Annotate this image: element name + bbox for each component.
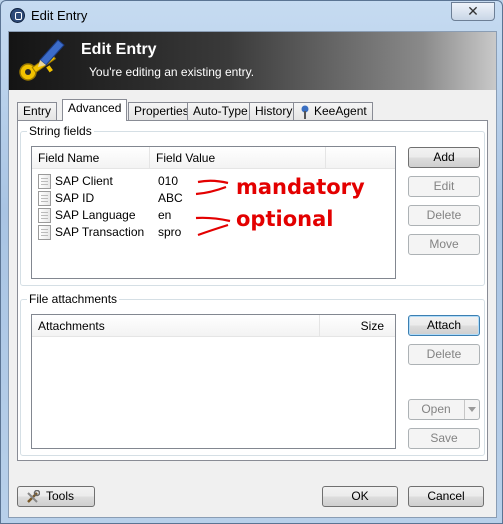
string-fields-label: String fields	[27, 124, 94, 138]
dialog-body: Edit Entry You're editing an existing en…	[8, 31, 497, 518]
chevron-down-icon	[468, 407, 476, 412]
tab-entry[interactable]: Entry	[17, 102, 58, 121]
string-fields-list[interactable]: Field Name Field Value SAP Client 010 SA…	[31, 146, 396, 279]
field-name: SAP Client	[55, 174, 113, 188]
move-button[interactable]: Move	[408, 234, 480, 255]
string-fields-header: Field Name Field Value	[32, 147, 395, 169]
annotation-mandatory: mandatory	[236, 175, 365, 199]
header-banner: Edit Entry You're editing an existing en…	[9, 32, 496, 90]
column-field-name[interactable]: Field Name	[32, 147, 150, 169]
annotation-strokes	[195, 179, 231, 237]
tab-keeagent-label: KeeAgent	[314, 104, 367, 118]
tools-label: Tools	[46, 489, 75, 503]
close-button[interactable]: ✕	[451, 2, 495, 21]
field-icon	[38, 208, 51, 223]
file-attachments-label: File attachments	[27, 292, 120, 306]
attach-button[interactable]: Attach	[408, 315, 480, 336]
attachments-header: Attachments Size	[32, 315, 395, 337]
add-button[interactable]: Add	[408, 147, 480, 168]
open-dropdown[interactable]	[464, 400, 479, 419]
open-label: Open	[421, 402, 451, 416]
column-field-value[interactable]: Field Value	[150, 147, 326, 169]
delete-field-button[interactable]: Delete	[408, 205, 480, 226]
edit-entry-window: Edit Entry ✕ Edit Entry You're editing a…	[0, 0, 503, 524]
field-name: SAP ID	[55, 191, 95, 205]
edit-button[interactable]: Edit	[408, 176, 480, 197]
window-title: Edit Entry	[31, 8, 88, 23]
banner-title: Edit Entry	[81, 41, 157, 58]
tools-button[interactable]: Tools	[17, 486, 95, 507]
field-icon	[38, 174, 51, 189]
key-pen-icon	[19, 39, 65, 81]
open-button[interactable]: Open	[408, 399, 480, 420]
keeagent-icon	[301, 105, 309, 119]
column-size[interactable]: Size	[320, 315, 390, 337]
string-fields-group: String fields Field Name Field Value SAP…	[20, 124, 485, 286]
advanced-panel: String fields Field Name Field Value SAP…	[17, 120, 488, 461]
cancel-button[interactable]: Cancel	[408, 486, 484, 507]
field-value: ABC	[158, 191, 183, 205]
attachments-list[interactable]: Attachments Size	[31, 314, 396, 449]
tools-icon	[27, 490, 40, 503]
tab-advanced[interactable]: Advanced	[62, 99, 128, 121]
save-button[interactable]: Save	[408, 428, 480, 449]
field-name: SAP Transaction	[55, 225, 145, 239]
tab-keeagent[interactable]: KeeAgent	[293, 102, 373, 121]
field-icon	[38, 225, 51, 240]
column-attachments[interactable]: Attachments	[32, 315, 320, 337]
file-attachments-group: File attachments Attachments Size Attach…	[20, 292, 485, 456]
delete-attachment-button[interactable]: Delete	[408, 344, 480, 365]
field-icon	[38, 191, 51, 206]
tab-properties[interactable]: Properties	[128, 102, 195, 121]
field-value: en	[158, 208, 172, 222]
banner-subtitle: You're editing an existing entry.	[89, 65, 255, 79]
title-bar[interactable]: Edit Entry ✕	[1, 1, 502, 31]
ok-button[interactable]: OK	[322, 486, 398, 507]
tab-auto-type[interactable]: Auto-Type	[187, 102, 254, 121]
lock-icon	[10, 8, 25, 23]
field-value: 010	[158, 174, 179, 188]
annotation-optional: optional	[236, 207, 334, 231]
tab-history[interactable]: History	[249, 102, 299, 121]
field-name: SAP Language	[55, 208, 136, 222]
field-value: spro	[158, 225, 182, 239]
